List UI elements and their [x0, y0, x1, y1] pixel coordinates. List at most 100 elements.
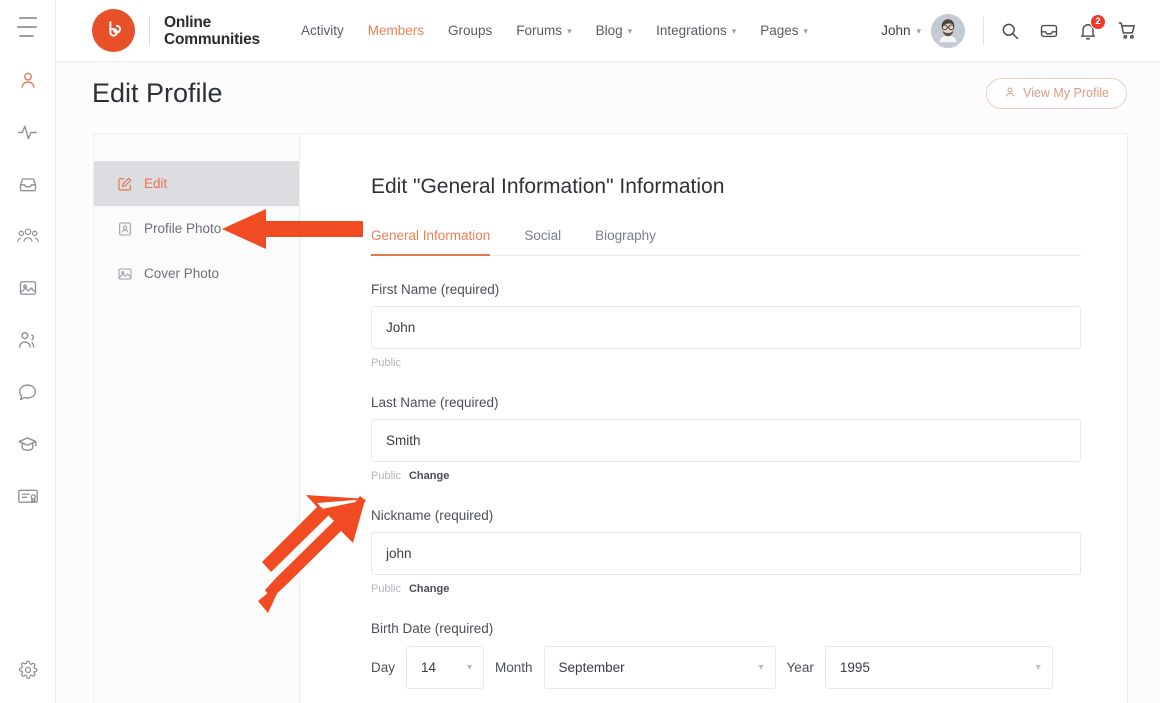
chevron-down-icon: ▾ [731, 26, 737, 36]
notifications-bell-icon[interactable]: 2 [1078, 13, 1106, 41]
tab-biography[interactable]: Biography [595, 228, 656, 256]
nav-item-blog[interactable]: Blog ▾ [585, 17, 644, 44]
sidebar-item-label: Profile Photo [144, 221, 222, 236]
search-icon[interactable] [1000, 21, 1020, 41]
nav-item-activity[interactable]: Activity [290, 17, 355, 44]
view-my-profile-button[interactable]: View My Profile [986, 77, 1127, 109]
person-icon[interactable] [13, 65, 43, 95]
day-label: Day [371, 660, 396, 675]
image-icon[interactable] [13, 273, 43, 303]
month-label: Month [495, 660, 533, 675]
first-name-input[interactable] [371, 306, 1081, 349]
nav-label: Members [367, 23, 425, 38]
sidebar-item-cover-photo[interactable]: Cover Photo [94, 251, 299, 296]
change-visibility-link[interactable]: Change [409, 470, 449, 482]
brand-logo[interactable]: Online Communities [92, 9, 260, 52]
left-icon-rail [0, 0, 56, 703]
notification-badge: 2 [1090, 13, 1106, 30]
change-visibility-link[interactable]: Change [409, 583, 449, 595]
nav-item-forums[interactable]: Forums ▾ [505, 17, 582, 44]
year-label: Year [786, 660, 814, 675]
sidebar-item-label: Cover Photo [144, 266, 220, 281]
field-birth-date: Birth Date (required) Day 14 ▾ Month Sep… [371, 621, 1081, 689]
nav-item-groups[interactable]: Groups [437, 17, 503, 44]
top-header: Online Communities Activity Members Grou… [56, 0, 1160, 62]
gear-icon[interactable] [13, 655, 43, 685]
page-titlebar: Edit Profile View My Profile [56, 62, 1160, 124]
nav-item-members[interactable]: Members [357, 17, 435, 44]
chevron-down-icon[interactable]: ▾ [916, 26, 921, 37]
app-root: Online Communities Activity Members Grou… [0, 0, 1160, 703]
visibility-label: Public [371, 357, 401, 369]
birth-year-value: 1995 [839, 660, 870, 675]
avatar[interactable] [931, 13, 965, 48]
nav-label: Blog [595, 23, 623, 38]
birth-year-select[interactable]: 1995 ▾ [824, 646, 1053, 689]
profile-photo-icon [117, 221, 133, 237]
sidebar-item-edit[interactable]: Edit [94, 161, 299, 206]
logo-divider [149, 15, 150, 46]
field-meta: Public [371, 357, 1081, 369]
edit-pencil-icon [117, 176, 133, 192]
birth-date-row: Day 14 ▾ Month September ▾ Year 1995 ▾ [371, 646, 1081, 689]
edit-profile-card: Edit Profile Photo Cover Photo Edit "Gen… [93, 133, 1128, 703]
graduation-cap-icon[interactable] [13, 429, 43, 459]
field-meta: Public Change [371, 470, 1081, 482]
field-meta: Public Change [371, 583, 1081, 595]
cover-photo-icon [117, 266, 133, 282]
groups-icon[interactable] [13, 221, 43, 251]
sidebar-item-label: Edit [144, 176, 168, 191]
brand-name: Online Communities [164, 14, 260, 48]
menu-icon[interactable] [15, 17, 41, 37]
field-label: Birth Date (required) [371, 621, 494, 636]
people-icon[interactable] [13, 325, 43, 355]
rail-bottom-section [0, 655, 56, 685]
inbox-icon[interactable] [1039, 21, 1059, 41]
header-right: John ▾ 2 [881, 13, 1138, 48]
nav-label: Activity [300, 23, 344, 38]
user-menu-name[interactable]: John [881, 23, 910, 38]
field-first-name: First Name (required) Public [371, 282, 1081, 369]
nav-item-integrations[interactable]: Integrations ▾ [645, 17, 747, 44]
edit-form-panel: Edit "General Information" Information G… [300, 134, 1127, 703]
header-action-icons: 2 [1000, 13, 1138, 41]
profile-side-nav: Edit Profile Photo Cover Photo [94, 134, 300, 703]
pulse-icon[interactable] [13, 117, 43, 147]
birth-month-select[interactable]: September ▾ [543, 646, 776, 689]
header-divider [983, 16, 984, 45]
main-nav: Activity Members Groups Forums ▾ Blog ▾ … [290, 17, 819, 44]
nav-label: Pages [760, 23, 799, 38]
form-tabs: General Information Social Biography [371, 227, 1081, 256]
chevron-down-icon: ▾ [627, 26, 633, 36]
nav-item-pages[interactable]: Pages ▾ [749, 17, 819, 44]
nav-label: Forums [516, 23, 563, 38]
field-label: First Name (required) [371, 282, 500, 297]
chevron-down-icon: ▾ [567, 26, 572, 36]
tab-general-information[interactable]: General Information [371, 228, 491, 256]
buddyboss-logo-icon [92, 9, 135, 52]
birth-day-select[interactable]: 14 ▾ [406, 646, 485, 689]
last-name-input[interactable] [371, 419, 1081, 462]
brand-line-2: Communities [164, 30, 260, 48]
cart-icon[interactable] [1117, 20, 1138, 41]
visibility-label: Public [371, 470, 401, 482]
field-label: Nickname (required) [371, 508, 494, 523]
chevron-down-icon: ▾ [758, 662, 764, 673]
sidebar-item-profile-photo[interactable]: Profile Photo [94, 206, 299, 251]
page-title: Edit Profile [92, 77, 223, 108]
nickname-input[interactable] [371, 532, 1081, 575]
inbox-icon[interactable] [13, 169, 43, 199]
nav-label: Integrations [656, 23, 727, 38]
chat-icon[interactable] [13, 377, 43, 407]
view-my-profile-label: View My Profile [1023, 86, 1109, 100]
chevron-down-icon: ▾ [1035, 662, 1041, 673]
tab-social[interactable]: Social [524, 228, 561, 256]
brand-line-1: Online [164, 13, 212, 31]
field-last-name: Last Name (required) Public Change [371, 395, 1081, 482]
birth-day-value: 14 [421, 660, 437, 675]
certificate-icon[interactable] [13, 481, 43, 511]
birth-month-value: September [558, 660, 625, 675]
chevron-down-icon: ▾ [466, 662, 473, 673]
form-heading: Edit "General Information" Information [371, 175, 725, 198]
rail-icon-list [0, 65, 55, 511]
